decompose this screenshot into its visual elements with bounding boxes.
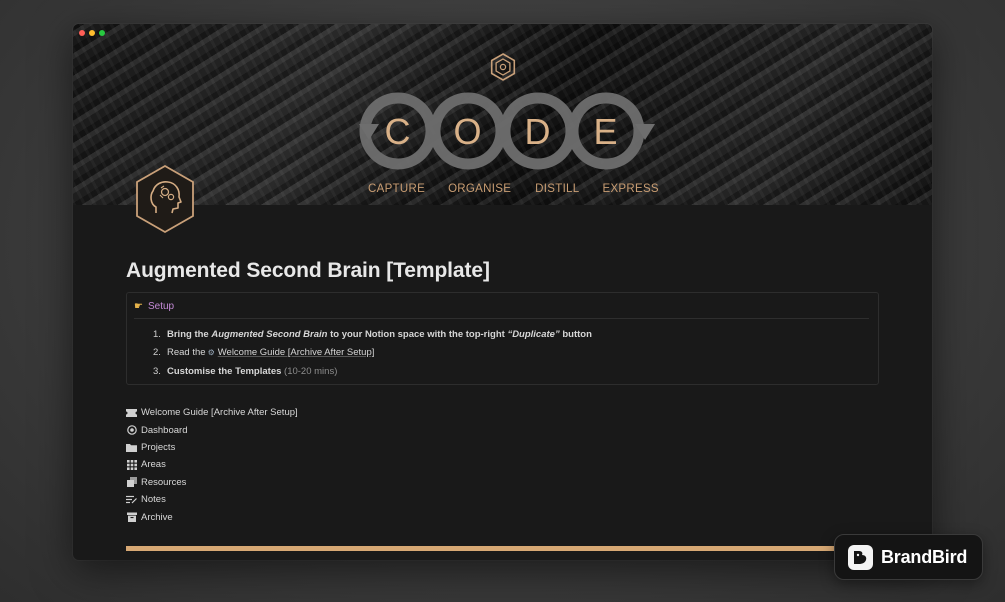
page-link-label: Welcome Guide [Archive After Setup] [141,407,298,419]
close-window-button[interactable] [79,30,85,36]
page-link-notes[interactable]: Notes [126,491,298,508]
notes-icon [126,494,137,505]
step-emphasis: Augmented Second Brain [211,328,328,340]
setup-list: 1. Bring the Augmented Second Brain to y… [153,325,592,381]
head-gears-icon[interactable] [134,164,196,234]
page-link-archive[interactable]: Archive [126,508,298,525]
page-link-areas[interactable]: Areas [126,456,298,473]
page-link-welcome-guide[interactable]: Welcome Guide [Archive After Setup] [126,404,298,421]
divider [134,318,869,319]
hexagon-logo-icon [490,53,516,81]
setup-step-2: 2. Read the ⚙ Welcome Guide [Archive Aft… [153,344,592,363]
app-window: C O D E CAPTURE ORGANISE DISTILL EXPRESS… [73,24,932,560]
code-steps: CAPTURE ORGANISE DISTILL EXPRESS [368,183,659,195]
step-text: to your Notion space with the top-right [330,328,505,340]
page-link-label: Archive [141,511,173,523]
bird-logo-icon [848,544,873,570]
archive-box-icon [126,512,137,523]
page-link-projects[interactable]: Projects [126,439,298,456]
step-text: Bring the [167,328,209,340]
window-controls [79,30,105,36]
code-letter-o: O [453,111,482,152]
setup-callout: ☛ Setup 1. Bring the Augmented Second Br… [126,292,879,385]
setup-step-3: 3. Customise the Templates (10-20 mins) [153,362,592,381]
step-text: Read the [167,347,206,359]
code-letter-c: C [385,111,412,152]
step-capture: CAPTURE [368,183,426,195]
step-express: EXPRESS [602,183,659,195]
subpage-list: Welcome Guide [Archive After Setup] Dash… [126,404,298,526]
page-link-label: Projects [141,441,176,453]
setup-label: Setup [147,301,175,312]
minimize-window-button[interactable] [89,30,95,36]
page-link-resources[interactable]: Resources [126,474,298,491]
code-letter-d: D [525,111,552,152]
duplicate-quote: “Duplicate” [507,328,560,340]
setup-step-1: 1. Bring the Augmented Second Brain to y… [153,325,592,344]
step-organise: ORGANISE [448,183,512,195]
step-distill: DISTILL [535,183,580,195]
step-duration: (10-20 mins) [284,365,338,377]
setup-toggle[interactable]: ☛ Setup [134,301,174,312]
step-text: button [562,328,592,340]
pointing-hand-icon: ☛ [134,301,143,312]
stack-icon [126,477,137,488]
page-link-dashboard[interactable]: Dashboard [126,421,298,438]
divider-bar [126,546,879,551]
step-text: Customise the Templates [167,365,282,377]
page-title[interactable]: Augmented Second Brain [Template] [126,259,490,283]
list-number: 2. [153,347,161,359]
page-link-label: Notes [141,494,166,506]
maximize-window-button[interactable] [99,30,105,36]
welcome-guide-link[interactable]: Welcome Guide [Archive After Setup] [218,347,375,358]
page-link-label: Dashboard [141,424,188,436]
ticket-icon [126,407,137,418]
page-link-label: Resources [141,476,187,488]
code-letter-e: E [593,111,618,152]
target-icon [126,425,137,436]
brandbird-badge[interactable]: BrandBird [834,534,983,580]
cover-image[interactable]: C O D E CAPTURE ORGANISE DISTILL EXPRESS [73,24,932,205]
list-number: 3. [153,365,161,377]
folder-icon [126,442,137,453]
code-cycle-graphic: C O D E [359,53,655,170]
tools-icon: ⚙ [207,348,215,358]
list-number: 1. [153,328,161,340]
page-link-label: Areas [141,459,166,471]
brandbird-label: BrandBird [881,546,968,567]
grid-icon [126,459,137,470]
